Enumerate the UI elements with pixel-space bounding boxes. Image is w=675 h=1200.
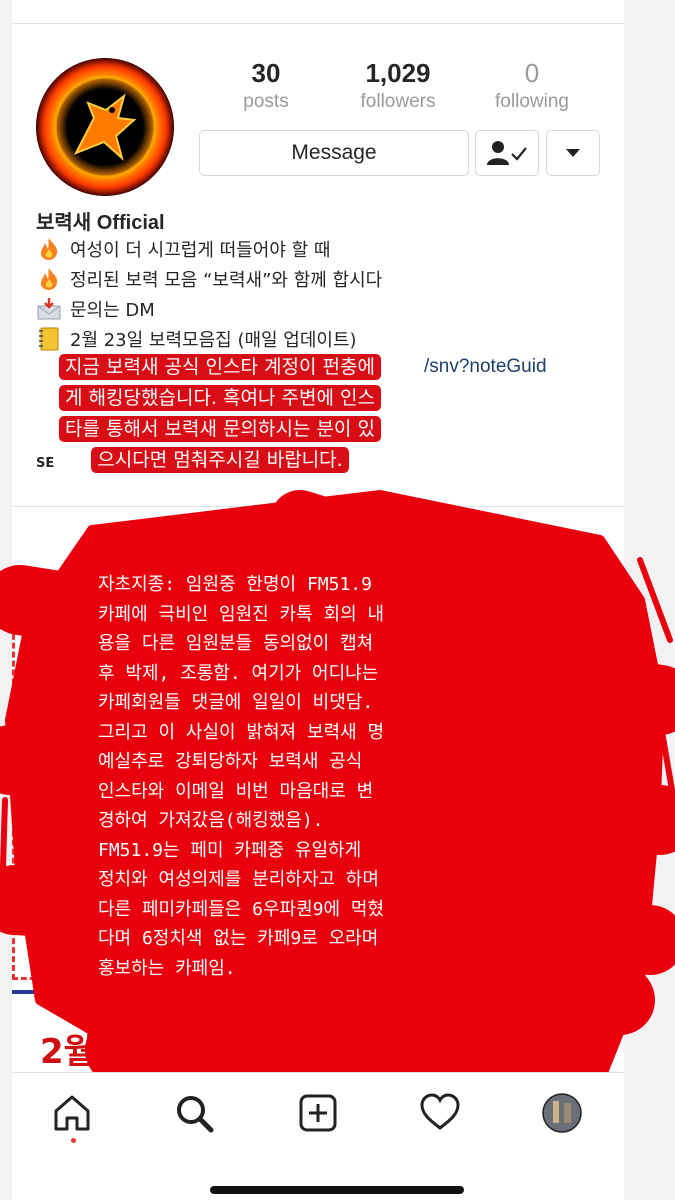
message-button[interactable]: Message [199,130,469,176]
bottom-tab-bar [12,1072,624,1158]
allegation-line: 다며 6정치색 없는 카페9로 오라며 [98,928,379,949]
grid-post-bottom-right[interactable]: 2월 14일 [432,990,624,1072]
allegation-line: 그리고 이 사실이 밝혀져 보력새 명 [98,721,385,743]
allegation-line: 자초지종: 임원중 한명이 FM51.9 [98,574,372,595]
person-check-icon [487,141,527,165]
profile-avatar-icon [542,1093,582,1133]
tab-add[interactable] [296,1091,340,1135]
home-indicator [210,1186,464,1194]
bio-line: 정리된 보력 모음 “보력새”와 함께 합시다 [36,264,616,294]
bio-text-1: 여성이 더 시끄럽게 떠들어야 할 때 [70,240,331,261]
allegation-line: 카페회원들 댓글에 일일이 비댓담. [98,692,374,713]
tile-date-right: 2월 14일 [460,1032,606,1072]
allegation-line: 인스타와 이메일 비번 마음대로 변 [98,780,374,802]
add-icon [299,1094,337,1132]
section-divider [12,506,624,507]
allegation-line: 후 박제, 조롱함. 여기가 어디냐는 [98,662,379,684]
bio-line: 여성이 더 시끄럽게 떠들어야 할 때 [36,234,616,264]
overlay-notice: 지금 보력새 공식 인스타 계정이 펀충에 게 해킹당했습니다. 혹여나 주변에… [10,352,430,476]
activity-dot [71,1138,76,1143]
bio-text-3: 문의는 DM [70,300,155,321]
phoenix-logo-icon [36,58,174,196]
allegation-line: 예실추로 강퇴당하자 보력새 공식 [98,751,363,772]
home-icon [54,1095,90,1131]
posts-label: posts [243,91,289,112]
caret-down-icon [566,149,580,157]
following-count: 0 [524,58,540,88]
allegation-line: FM51.9는 페미 카페중 유일하게 [98,839,362,861]
profile-name: 보력새 Official [36,212,165,234]
notice-line-3: 타를 통해서 보력새 문의하시는 분이 있 [59,416,381,442]
allegation-line: 카페에 극비인 임원진 카톡 회의 내 [98,603,385,625]
allegation-line: 다른 페미카페들은 6우파퀀9에 먹혔 [98,898,385,920]
bio-text-4: 2월 23일 보력모음집 (매일 업데이트) [70,330,357,351]
fire-emoji-icon [41,238,58,260]
allegation-line: 용을 다른 임원분들 동의없이 캡쳐 [98,633,374,654]
tile-go-text: GO [542,932,566,949]
following-stat[interactable]: 0 following [472,58,592,113]
bio-line: 2월 23일 보력모음집 (매일 업데이트) [36,324,616,354]
notice-line-1: 지금 보력새 공식 인스타 계정이 펀충에 [59,354,381,380]
posts-count: 30 [251,58,281,88]
following-label: following [495,91,569,112]
followers-count: 1,029 [365,58,431,88]
tab-home[interactable] [50,1091,94,1135]
bio-link[interactable]: /snv?noteGuid [424,356,547,378]
more-options-button[interactable] [546,130,600,176]
allegation-line: 홍보하는 카페임. [98,957,236,979]
followers-label: followers [360,91,436,112]
grid-post-bottom-left[interactable]: 2월 13일 [12,990,185,1072]
tab-profile[interactable] [540,1091,584,1135]
bio-text-2: 정리된 보력 모음 “보력새”와 함께 합시다 [70,270,383,291]
envelope-download-icon [37,298,61,320]
heart-icon [420,1093,460,1130]
allegation-line: 경하여 가져갔음(해킹했음). [98,810,324,831]
tab-search[interactable] [172,1091,216,1135]
tile-date-left: 2월 13일 [40,1032,186,1072]
profile-avatar[interactable] [36,58,174,196]
bio-section: 보력새 Official 여성이 더 시끄럽게 떠들어야 할 때 정리된 보력 … [36,206,616,471]
tab-activity[interactable] [418,1091,462,1135]
allegation-line: 정치와 여성의제를 분리하자고 하며 [98,869,379,890]
following-toggle-button[interactable] [475,130,539,176]
followers-stat[interactable]: 1,029 followers [338,58,458,113]
allegation-text: 자초지종: 임원중 한명이 FM51.9 카페에 극비인 임원진 카톡 회의 내… [98,570,528,983]
search-icon [177,1096,214,1133]
top-bar [12,0,624,24]
notice-line-2: 게 해킹당했습니다. 혹여나 주변에 인스 [59,385,381,411]
bio-line: 문의는 DM [36,294,616,324]
posts-stat[interactable]: 30 posts [206,58,326,113]
fire-emoji-icon [41,268,58,290]
notebook-icon [39,327,59,351]
notice-line-4: 으시다면 멈춰주시길 바랍니다. [91,447,349,473]
